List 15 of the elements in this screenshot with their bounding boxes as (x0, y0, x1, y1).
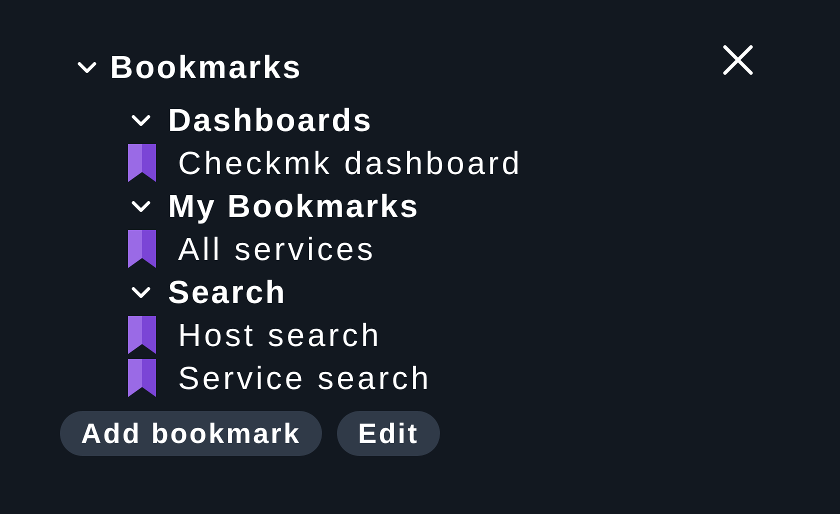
snapin-title[interactable]: Bookmarks (110, 43, 302, 91)
bookmark-icon (128, 144, 156, 182)
close-icon[interactable] (722, 44, 754, 76)
action-button[interactable]: Add bookmark (60, 411, 322, 456)
folder-title[interactable]: My Bookmarks (168, 190, 420, 222)
folder-title[interactable]: Search (168, 276, 287, 308)
bookmark-link[interactable]: Service search (178, 362, 432, 394)
bookmark-link[interactable]: All services (178, 232, 376, 264)
folder-title[interactable]: Dashboards (168, 104, 373, 136)
bookmark-link[interactable]: Checkmk dashboard (178, 146, 522, 178)
bookmark-icon (128, 358, 156, 396)
action-button[interactable]: Edit (337, 411, 440, 456)
bookmark-link[interactable]: Host search (178, 318, 382, 350)
bookmark-icon (128, 230, 156, 268)
bookmark-icon (128, 316, 156, 354)
